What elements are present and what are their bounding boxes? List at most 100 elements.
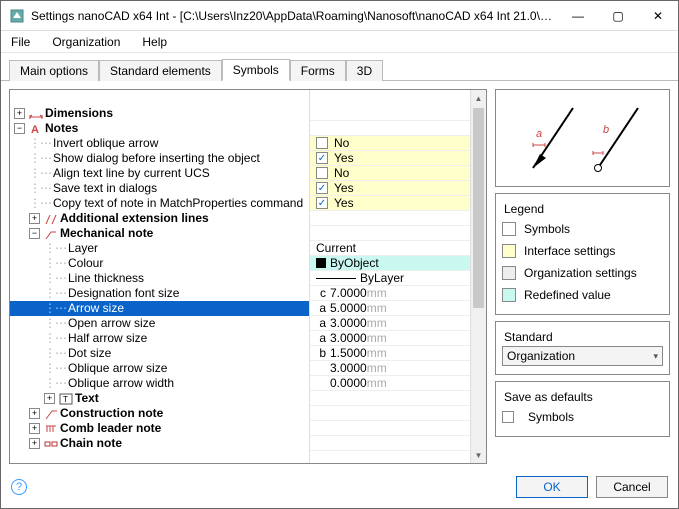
- node-half-arrow[interactable]: ⋮⋯Half arrow size: [10, 331, 309, 346]
- standard-box: Standard Organization ▾: [495, 321, 670, 375]
- minimize-button[interactable]: —: [558, 1, 598, 31]
- node-label: Dot size: [68, 346, 111, 361]
- checkbox-checked-icon[interactable]: ✓: [316, 152, 328, 164]
- node-label: Text: [75, 391, 99, 406]
- node-label: Arrow size: [68, 301, 124, 316]
- checkbox-unchecked-icon[interactable]: [316, 137, 328, 149]
- node-text[interactable]: +TText: [10, 391, 309, 406]
- menu-organization[interactable]: Organization: [46, 33, 126, 51]
- save-title: Save as defaults: [504, 390, 663, 404]
- node-label: Open arrow size: [68, 316, 155, 331]
- save-symbols-label: Symbols: [528, 410, 574, 424]
- maximize-button[interactable]: ▢: [598, 1, 638, 31]
- save-symbols-row[interactable]: Symbols: [502, 406, 663, 428]
- cancel-button[interactable]: Cancel: [596, 476, 668, 498]
- node-line-thickness[interactable]: ⋮⋯Line thickness: [10, 271, 309, 286]
- expand-icon[interactable]: +: [14, 108, 25, 119]
- node-label: Additional extension lines: [60, 211, 209, 226]
- value-oblique-size[interactable]: 3.0000 mm: [310, 361, 486, 376]
- value-dot-size[interactable]: b1.5000 mm: [310, 346, 486, 361]
- value-save-text[interactable]: ✓Yes: [310, 181, 486, 196]
- save-defaults-box: Save as defaults Symbols: [495, 381, 670, 437]
- node-label: Half arrow size: [68, 331, 147, 346]
- dimensions-icon: [29, 107, 43, 121]
- node-open-arrow[interactable]: ⋮⋯Open arrow size: [10, 316, 309, 331]
- preview-image: a b: [503, 93, 663, 183]
- combo-value: Organization: [507, 349, 575, 363]
- checkbox-unchecked-icon[interactable]: [316, 167, 328, 179]
- value-colour[interactable]: ByObject: [310, 256, 486, 271]
- value-show-dialog[interactable]: ✓Yes: [310, 151, 486, 166]
- expand-icon[interactable]: +: [44, 393, 55, 404]
- checkbox-checked-icon[interactable]: ✓: [316, 182, 328, 194]
- standard-combo[interactable]: Organization ▾: [502, 346, 663, 366]
- menu-file[interactable]: File: [5, 33, 36, 51]
- value-arrow-size[interactable]: a5.0000 mm: [310, 301, 486, 316]
- value-designation-font[interactable]: c7.0000 mm: [310, 286, 486, 301]
- value-oblique-width[interactable]: 0.0000 mm: [310, 376, 486, 391]
- tab-main-options[interactable]: Main options: [9, 60, 99, 81]
- collapse-icon[interactable]: −: [29, 228, 40, 239]
- tab-3d[interactable]: 3D: [346, 60, 383, 81]
- ok-button[interactable]: OK: [516, 476, 588, 498]
- node-designation-font[interactable]: ⋮⋯Designation font size: [10, 286, 309, 301]
- expand-icon[interactable]: +: [29, 423, 40, 434]
- checkbox-unchecked-icon[interactable]: [502, 411, 514, 423]
- expand-icon[interactable]: +: [29, 213, 40, 224]
- value-open-arrow[interactable]: a3.0000 mm: [310, 316, 486, 331]
- expand-icon[interactable]: +: [29, 438, 40, 449]
- value-line-thickness[interactable]: ByLayer: [310, 271, 486, 286]
- help-icon[interactable]: ?: [11, 479, 27, 495]
- node-oblique-size[interactable]: ⋮⋯Oblique arrow size: [10, 361, 309, 376]
- node-comb-leader[interactable]: +Comb leader note: [10, 421, 309, 436]
- node-dot-size[interactable]: ⋮⋯Dot size: [10, 346, 309, 361]
- value-copy-match[interactable]: ✓Yes: [310, 196, 486, 211]
- node-show-dialog[interactable]: ⋮⋯Show dialog before inserting the objec…: [10, 151, 309, 166]
- node-additional-ext[interactable]: + Additional extension lines: [10, 211, 309, 226]
- node-label: Notes: [45, 121, 78, 136]
- right-panel: a b Legend Symbols Interface settings Or…: [495, 89, 670, 464]
- value-half-arrow[interactable]: a3.0000 mm: [310, 331, 486, 346]
- collapse-icon[interactable]: −: [14, 123, 25, 134]
- vertical-scrollbar[interactable]: ▲ ▼: [470, 90, 486, 463]
- node-layer[interactable]: ⋮⋯Layer: [10, 241, 309, 256]
- node-chain[interactable]: + Chain note: [10, 436, 309, 451]
- legend-swatch: [502, 244, 516, 258]
- node-label: Construction note: [60, 406, 163, 421]
- node-align-ucs[interactable]: ⋮⋯Align text line by current UCS: [10, 166, 309, 181]
- dialog-footer: ? OK Cancel: [1, 472, 678, 508]
- node-dimensions[interactable]: + Dimensions: [10, 106, 309, 121]
- scroll-down-icon[interactable]: ▼: [471, 447, 486, 463]
- legend-redefined: Redefined value: [502, 284, 663, 306]
- svg-text:A: A: [31, 124, 39, 136]
- tab-standard-elements[interactable]: Standard elements: [99, 60, 222, 81]
- scroll-up-icon[interactable]: ▲: [471, 90, 486, 106]
- legend-box: Legend Symbols Interface settings Organi…: [495, 193, 670, 315]
- node-invert-oblique[interactable]: ⋮⋯Invert oblique arrow: [10, 136, 309, 151]
- scroll-thumb[interactable]: [473, 108, 484, 308]
- node-label: Chain note: [60, 436, 122, 451]
- node-construction[interactable]: + Construction note: [10, 406, 309, 421]
- expand-icon[interactable]: +: [29, 408, 40, 419]
- legend-organization: Organization settings: [502, 262, 663, 284]
- node-copy-match[interactable]: ⋮⋯Copy text of note in MatchProperties c…: [10, 196, 309, 211]
- node-save-text[interactable]: ⋮⋯Save text in dialogs: [10, 181, 309, 196]
- legend-swatch: [502, 288, 516, 302]
- comb-icon: [44, 422, 58, 436]
- node-label: Layer: [68, 241, 98, 256]
- chevron-down-icon: ▾: [653, 351, 658, 362]
- value-layer[interactable]: Current: [310, 241, 486, 256]
- value-invert[interactable]: No: [310, 136, 486, 151]
- close-button[interactable]: ✕: [638, 1, 678, 31]
- node-arrow-size[interactable]: ⋮⋯Arrow size: [10, 301, 309, 316]
- checkbox-checked-icon[interactable]: ✓: [316, 197, 328, 209]
- menu-help[interactable]: Help: [136, 33, 173, 51]
- tab-symbols[interactable]: Symbols: [222, 59, 290, 81]
- value-align-ucs[interactable]: No: [310, 166, 486, 181]
- tab-forms[interactable]: Forms: [290, 60, 346, 81]
- node-mechanical[interactable]: −Mechanical note: [10, 226, 309, 241]
- node-oblique-width[interactable]: ⋮⋯Oblique arrow width: [10, 376, 309, 391]
- legend-title: Legend: [504, 202, 663, 216]
- node-colour[interactable]: ⋮⋯Colour: [10, 256, 309, 271]
- node-notes[interactable]: − A Notes: [10, 121, 309, 136]
